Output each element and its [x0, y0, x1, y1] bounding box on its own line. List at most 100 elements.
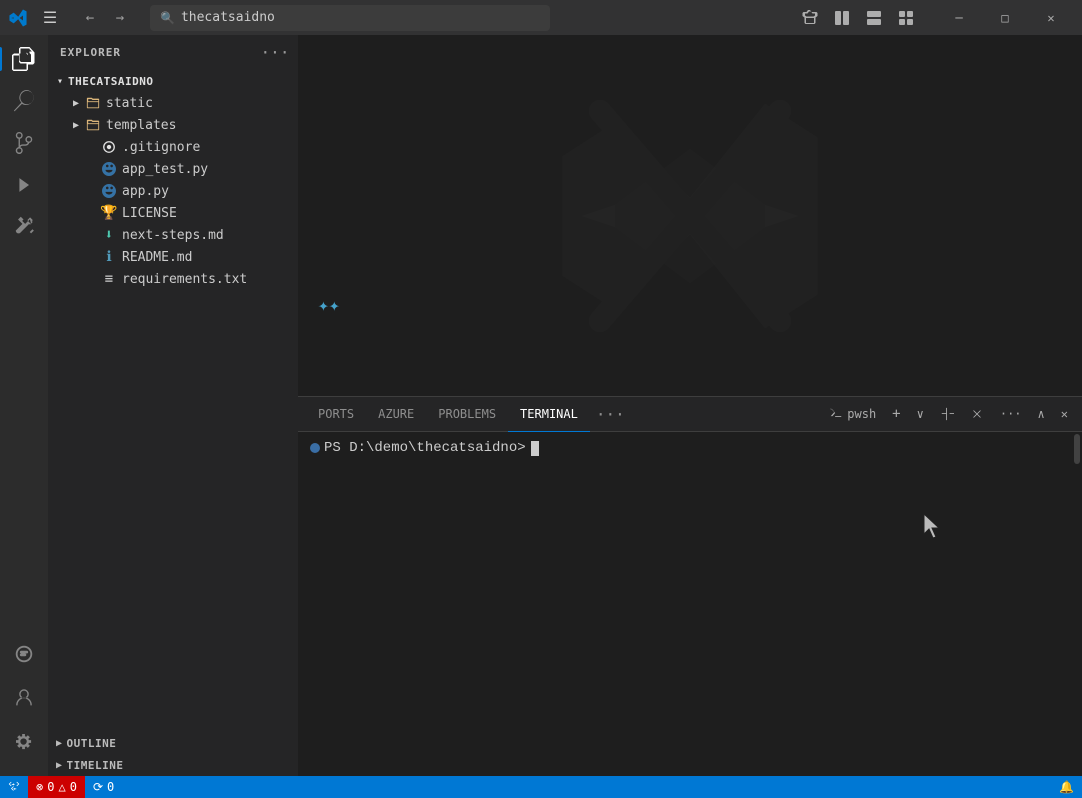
sidebar-more-button[interactable]: ··· [264, 42, 286, 64]
terminal-more-actions-button[interactable]: ··· [994, 400, 1028, 428]
terminal-content[interactable]: PS D:\demo\thecatsaidno> [298, 432, 1082, 776]
root-chevron-icon: ▾ [52, 73, 68, 89]
extensions-button[interactable] [796, 4, 824, 32]
maximize-button[interactable]: □ [982, 0, 1028, 35]
cursor-block [531, 441, 539, 456]
status-bar: ⊗ 0 △ 0 ⟳ 0 🔔 [0, 776, 1082, 798]
info-icon: ℹ [100, 248, 118, 266]
error-icon: ⊗ [36, 780, 43, 794]
plus-icon: + [892, 406, 900, 422]
close-button[interactable]: ✕ [1028, 0, 1074, 35]
activity-item-explorer[interactable] [4, 39, 44, 79]
terminal-tab-more-button[interactable]: ··· [590, 397, 631, 432]
license-icon: 🏆 [100, 204, 118, 222]
nav-buttons: ← → [76, 4, 134, 32]
layout1-button[interactable] [828, 4, 856, 32]
prompt-indicator [310, 443, 320, 453]
broadcast-icon: ⟳ [93, 780, 103, 794]
tree-item-templates[interactable]: ▶ templates [48, 114, 298, 136]
tree-root-folder[interactable]: ▾ THECATSAIDNO [48, 70, 298, 92]
main-layout: EXPLORER ··· ▾ THECATSAIDNO ▶ st [0, 35, 1082, 776]
status-info-button[interactable]: ⟳ 0 [85, 776, 122, 798]
terminal-scrollbar[interactable] [1072, 432, 1082, 776]
search-text: thecatsaidno [181, 10, 275, 25]
outline-chevron-icon: ▶ [56, 738, 63, 749]
file-name-license: LICENSE [122, 206, 177, 221]
folder-icon [84, 116, 102, 134]
tab-problems[interactable]: PROBLEMS [426, 397, 508, 432]
tree-item-next-steps[interactable]: ▶ ⬇ next-steps.md [48, 224, 298, 246]
activity-item-remote[interactable] [4, 634, 44, 674]
tab-ports[interactable]: PORTS [306, 397, 366, 432]
search-icon: 🔍 [160, 11, 175, 25]
bell-icon: 🔔 [1059, 780, 1074, 794]
layout3-button[interactable] [892, 4, 920, 32]
status-bar-left: ⊗ 0 △ 0 ⟳ 0 [0, 776, 122, 798]
terminal-dropdown-button[interactable]: ∨ [911, 400, 930, 428]
scrollbar-thumb[interactable] [1074, 434, 1080, 464]
file-name-readme: README.md [122, 250, 192, 265]
content-area: ✦✦ PORTS AZURE PROBLEMS TERMINAL ··· [298, 35, 1082, 776]
tab-azure[interactable]: AZURE [366, 397, 426, 432]
nav-forward-button[interactable]: → [106, 4, 134, 32]
activity-bar [0, 35, 48, 776]
close-panel-button[interactable]: ✕ [1055, 400, 1074, 428]
close-icon: ✕ [1061, 407, 1068, 421]
terminal-right-actions: pwsh + ∨ [823, 400, 1074, 428]
add-terminal-button[interactable]: + [886, 400, 906, 428]
file-name-gitignore: .gitignore [122, 140, 200, 155]
tree-item-requirements[interactable]: ▶ ≡ requirements.txt [48, 268, 298, 290]
activity-item-account[interactable] [4, 678, 44, 718]
nav-back-button[interactable]: ← [76, 4, 104, 32]
activity-item-extensions[interactable] [4, 207, 44, 247]
activity-item-search[interactable] [4, 81, 44, 121]
status-remote-button[interactable] [0, 776, 28, 798]
status-bell-button[interactable]: 🔔 [1051, 776, 1082, 798]
file-name-static: static [106, 96, 153, 111]
terminal-panel: PORTS AZURE PROBLEMS TERMINAL ··· [298, 396, 1082, 776]
status-bar-right: 🔔 [1051, 776, 1082, 798]
activity-item-settings[interactable] [4, 722, 44, 762]
chevron-down-icon: ∨ [917, 407, 924, 421]
status-errors-button[interactable]: ⊗ 0 △ 0 [28, 776, 85, 798]
remote-icon [8, 781, 20, 793]
terminal-tabs: PORTS AZURE PROBLEMS TERMINAL ··· [298, 397, 1082, 432]
file-tree: ▾ THECATSAIDNO ▶ static ▶ templates [48, 70, 298, 732]
kill-terminal-button[interactable] [964, 400, 990, 428]
outline-header[interactable]: ▶ OUTLINE [48, 732, 298, 754]
timeline-chevron-icon: ▶ [56, 760, 63, 771]
activity-item-run[interactable] [4, 165, 44, 205]
outline-section: ▶ OUTLINE [48, 732, 298, 754]
timeline-label: TIMELINE [67, 759, 124, 772]
split-terminal-button[interactable] [934, 400, 960, 428]
collapse-panel-button[interactable]: ∧ [1032, 400, 1051, 428]
outline-label: OUTLINE [67, 737, 117, 750]
vscode-logo-icon [8, 8, 28, 28]
tree-item-gitignore[interactable]: ▶ .gitignore [48, 136, 298, 158]
python-file-icon [100, 182, 118, 200]
warning-icon: △ [58, 780, 65, 794]
file-name-app-test: app_test.py [122, 162, 208, 177]
file-name-templates: templates [106, 118, 176, 133]
mouse-cursor-icon [920, 512, 942, 540]
tree-item-app-test[interactable]: ▶ app_test.py [48, 158, 298, 180]
minimize-button[interactable]: ─ [936, 0, 982, 35]
folder-chevron-icon: ▶ [68, 117, 84, 133]
sidebar-actions: ··· [264, 42, 286, 64]
layout2-button[interactable] [860, 4, 888, 32]
tree-item-app-py[interactable]: ▶ app.py [48, 180, 298, 202]
tab-terminal[interactable]: TERMINAL [508, 397, 590, 432]
tree-item-static[interactable]: ▶ static [48, 92, 298, 114]
shell-selector[interactable]: pwsh [823, 400, 882, 428]
text-file-icon: ≡ [100, 270, 118, 288]
tree-item-license[interactable]: ▶ 🏆 LICENSE [48, 202, 298, 224]
timeline-header[interactable]: ▶ TIMELINE [48, 754, 298, 776]
activity-item-source-control[interactable] [4, 123, 44, 163]
tree-item-readme[interactable]: ▶ ℹ README.md [48, 246, 298, 268]
python-file-icon [100, 160, 118, 178]
vscode-watermark-icon [540, 66, 840, 366]
terminal-prompt: PS D:\demo\thecatsaidno> [310, 440, 1070, 456]
hamburger-menu-button[interactable]: ☰ [36, 4, 64, 32]
search-bar[interactable]: 🔍 thecatsaidno [150, 5, 550, 31]
window-controls: ─ □ ✕ [936, 0, 1074, 35]
